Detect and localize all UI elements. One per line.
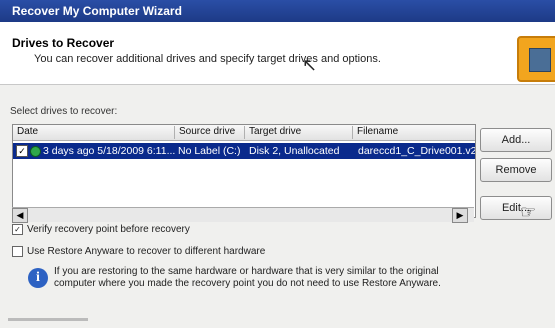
verify-label: Verify recovery point before recovery [27,224,190,236]
column-header-date[interactable]: Date [13,126,175,139]
restore-anyware-checkbox-row[interactable]: Use Restore Anyware to recover to differ… [12,246,265,257]
row-target: Disk 2, Unallocated [249,145,340,157]
page-title: Drives to Recover [12,36,115,50]
row-filename: dareccd1_C_Drive001.v2 [358,145,476,157]
column-header-source[interactable]: Source drive [175,126,245,139]
column-header-filename[interactable]: Filename [353,126,475,139]
drives-listview[interactable]: Date Source drive Target drive Filename … [12,124,476,218]
table-row[interactable]: ✓ 3 days ago 5/18/2009 6:11... No Label … [13,143,475,159]
window-titlebar: Recover My Computer Wizard [0,0,555,22]
column-header-target[interactable]: Target drive [245,126,353,139]
restore-anyware-label: Use Restore Anyware to recover to differ… [27,246,266,258]
info-icon: i [28,268,48,288]
restore-anyware-checkbox[interactable] [12,246,23,257]
scroll-left-icon[interactable]: ◀ [12,208,28,223]
window-title: Recover My Computer Wizard [12,4,182,18]
status-ok-icon [30,146,41,157]
list-header: Date Source drive Target drive Filename [13,125,475,141]
info-text: If you are restoring to the same hardwar… [54,266,441,289]
page-subtitle: You can recover additional drives and sp… [34,53,381,65]
divider [8,318,88,321]
mouse-cursor-icon: ☞ [520,202,537,222]
row-date: 3 days ago 5/18/2009 6:11... [43,145,176,157]
add-button[interactable]: Add... [480,128,552,152]
horizontal-scrollbar[interactable]: ◀ ▶ [12,207,474,223]
verify-checkbox[interactable]: ✓ [12,224,23,235]
row-checkbox[interactable]: ✓ [16,145,28,157]
scroll-right-icon[interactable]: ▶ [452,208,468,223]
wizard-header: Drives to Recover You can recover additi… [0,22,555,85]
row-source: No Label (C:) [178,145,241,157]
mouse-cursor-icon: ↖ [302,55,318,75]
drives-list-label: Select drives to recover: [10,106,118,117]
verify-checkbox-row[interactable]: ✓ Verify recovery point before recovery [12,224,190,235]
edit-button[interactable]: Edit... [480,196,552,220]
computer-recovery-logo-icon [517,36,555,82]
remove-button[interactable]: Remove [480,158,552,182]
